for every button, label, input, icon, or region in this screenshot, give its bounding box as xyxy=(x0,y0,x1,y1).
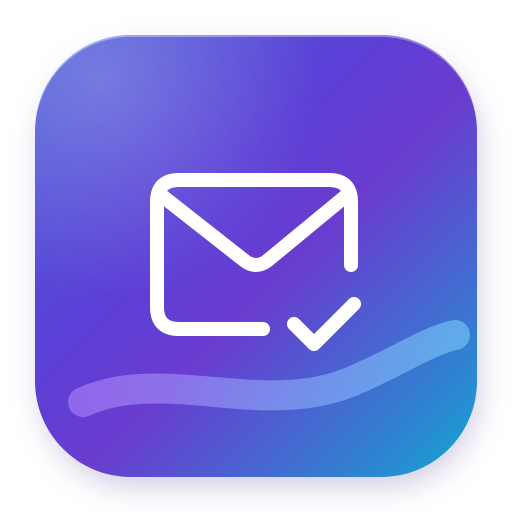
icon-canvas xyxy=(0,0,512,512)
icon-artwork xyxy=(35,35,477,477)
app-icon-tile[interactable] xyxy=(35,35,477,477)
